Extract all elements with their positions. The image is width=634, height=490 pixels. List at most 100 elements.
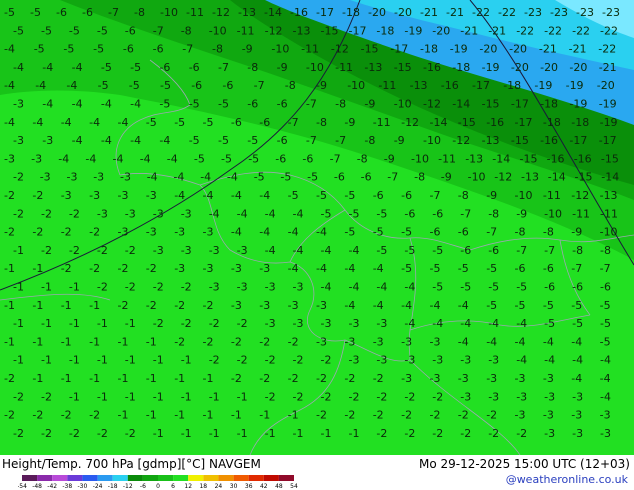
temperature-label: -17: [349, 24, 367, 37]
temperature-label: -3: [571, 409, 582, 422]
temperature-label: -5: [34, 43, 45, 56]
temperature-label: -19: [566, 79, 584, 92]
temperature-label: -5: [280, 171, 291, 184]
temperature-label: -7: [330, 152, 341, 165]
temperature-label: -2: [259, 372, 270, 385]
temperature-label: -21: [599, 61, 617, 74]
temperature-label: -1: [97, 354, 108, 367]
temperature-label: -11: [237, 24, 255, 37]
temperature-label: -2: [13, 171, 24, 184]
temperature-label: -8: [134, 6, 145, 19]
temperature-label: -3: [209, 281, 220, 294]
temperature-label: -9: [384, 152, 395, 165]
temperature-label: -15: [520, 152, 538, 165]
temperature-label: -3: [488, 390, 499, 403]
temperature-label: -2: [41, 244, 52, 257]
temperature-label: -8: [212, 43, 223, 56]
temperature-label: -19: [599, 98, 617, 111]
temperature-label: -2: [288, 372, 299, 385]
temperature-label: -5: [344, 189, 355, 202]
temperature-label: -1: [237, 390, 248, 403]
temperature-label: -18: [420, 43, 438, 56]
temperature-label: -3: [376, 354, 387, 367]
temperature-label: -19: [450, 43, 468, 56]
temperature-label: -10: [468, 171, 486, 184]
temperature-label: -10: [271, 43, 289, 56]
temperature-label: -2: [32, 189, 43, 202]
temperature-label: -5: [247, 134, 258, 147]
temperature-label: -7: [254, 79, 265, 92]
temperature-label: -14: [601, 171, 619, 184]
temperature-label: -4: [571, 335, 582, 348]
temperature-label: -15: [458, 116, 476, 129]
temperature-label: -5: [13, 24, 24, 37]
temperature-label: -13: [600, 189, 618, 202]
temperature-label: -7: [571, 262, 582, 275]
temperature-label: -3: [40, 171, 51, 184]
temperature-label: -14: [430, 116, 448, 129]
temperature-label: -3: [118, 226, 129, 239]
temperature-label: -4: [486, 335, 497, 348]
temperature-label: -2: [32, 226, 43, 239]
temperature-label: -8: [181, 24, 192, 37]
temperature-label: -4: [227, 171, 238, 184]
temperature-label: -4: [42, 61, 53, 74]
temperature-label: -3: [349, 317, 360, 330]
temperature-label: -8: [414, 171, 425, 184]
temperature-label: -4: [4, 43, 15, 56]
temperature-label: -2: [209, 317, 220, 330]
temperature-label: -1: [203, 409, 214, 422]
temperature-label: -10: [600, 226, 618, 239]
temperature-label: -23: [550, 6, 568, 19]
map-footer: Height/Temp. 700 hPa [gdmp][°C] NAVGEM M…: [0, 455, 634, 490]
temperature-label: -4: [288, 262, 299, 275]
temperature-label: -1: [174, 372, 185, 385]
temperature-label: -1: [146, 335, 157, 348]
temperature-label: -22: [544, 24, 562, 37]
temperature-label: -3: [153, 244, 164, 257]
temperature-label: -8: [458, 189, 469, 202]
temperature-label: -3: [460, 354, 471, 367]
temperature-label: -15: [482, 98, 500, 111]
temperature-label: -3: [259, 262, 270, 275]
temperature-label: -2: [174, 335, 185, 348]
temperature-label: -4: [265, 207, 276, 220]
temperature-label: -21: [539, 43, 557, 56]
temperature-label: -13: [465, 152, 483, 165]
temperature-label: -6: [361, 171, 372, 184]
temperature-label: -19: [482, 61, 500, 74]
temperature-label: -6: [153, 43, 164, 56]
map-canvas: -5 -5 -6 -6 -7 -8 -10 -11 -12 -13 -14 -16 -17 -18 -20-…: [0, 0, 634, 455]
temperature-label: -2: [97, 281, 108, 294]
scale-swatch: [67, 475, 83, 481]
temperature-label: -4: [344, 262, 355, 275]
temperature-label: -2: [404, 390, 415, 403]
temperature-label: -1: [89, 335, 100, 348]
temperature-label: -3: [237, 281, 248, 294]
temperature-label: -4: [167, 152, 178, 165]
temperature-label: -2: [488, 427, 499, 440]
temperature-label: -3: [288, 299, 299, 312]
temperature-label: -3: [203, 262, 214, 275]
temperature-label: -2: [4, 409, 15, 422]
temperature-label: -2: [231, 335, 242, 348]
temperature-label: -6: [488, 244, 499, 257]
temperature-label: -1: [181, 390, 192, 403]
temperature-label: -7: [218, 61, 229, 74]
credit-link[interactable]: @weatheronline.co.uk: [506, 473, 628, 486]
temperature-label: -4: [288, 226, 299, 239]
temperature-label: -8: [357, 152, 368, 165]
scale-tick-label: 24: [215, 483, 223, 489]
temperature-label: -4: [373, 299, 384, 312]
temperature-label: -1: [32, 372, 43, 385]
temperature-label: -6: [600, 281, 611, 294]
temperature-label: -9: [316, 79, 327, 92]
temperature-label: -2: [146, 262, 157, 275]
temperature-label: -2: [4, 226, 15, 239]
temperature-label: -2: [316, 372, 327, 385]
temperature-label: -10: [394, 98, 412, 111]
temperature-label: -1: [13, 281, 24, 294]
temperature-label: -5: [486, 299, 497, 312]
temperature-label: -20: [479, 43, 497, 56]
temperature-label: -3: [231, 262, 242, 275]
